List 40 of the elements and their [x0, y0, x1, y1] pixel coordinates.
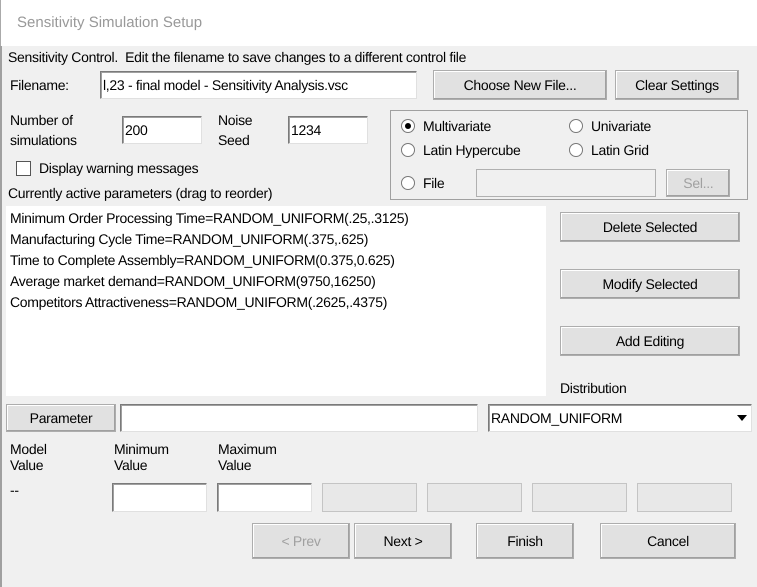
parameter-item[interactable]: Time to Complete Assembly=RANDOM_UNIFORM(0.375,0.625)	[10, 250, 546, 271]
filename-label: Filename:	[10, 76, 70, 94]
delete-button[interactable]: Delete Selected	[560, 212, 740, 242]
value-field[interactable]	[217, 483, 312, 512]
parameters-label: Currently active parameters (drag to reorder)	[7, 184, 274, 203]
distribution-dropdown[interactable]: RANDOM_UNIFORM	[488, 404, 752, 432]
column-label: Minimum Value	[114, 441, 170, 475]
parameter-item[interactable]: Manufacturing Cycle Time=RANDOM_UNIFORM(.375,.625)	[10, 229, 546, 250]
parameter-field[interactable]	[120, 404, 478, 432]
file-field[interactable]	[476, 169, 656, 197]
simulations-label: Number of simulations	[10, 111, 78, 150]
clear-settings-button[interactable]: Clear Settings	[615, 70, 739, 100]
noise-seed-field[interactable]: 1234	[288, 116, 368, 144]
model-value-text: --	[9, 483, 20, 497]
choose-file-button[interactable]: Choose New File...	[433, 70, 607, 100]
parameter-item[interactable]: Competitors Attractiveness=RANDOM_UNIFORM(.2625,.4375)	[10, 292, 546, 313]
parameter-item[interactable]: Minimum Order Processing Time=RANDOM_UNIFORM(.25,.3125)	[10, 208, 546, 229]
dropdown-arrow-icon	[737, 415, 747, 421]
display-warnings-checkbox[interactable]: Display warning messages	[6, 158, 378, 179]
method-radio[interactable]: File	[401, 172, 444, 194]
filename-field[interactable]: l,23 - final model - Sensitivity Analysis.vsc	[100, 71, 417, 99]
parameter-item[interactable]: Average market demand=RANDOM_UNIFORM(9750,16250)	[10, 271, 546, 292]
method-radio[interactable]: Latin Hypercube	[401, 139, 569, 161]
finish-button[interactable]: Finish	[476, 523, 574, 559]
simulations-field[interactable]: 200	[122, 116, 202, 144]
method-radio[interactable]: Univariate	[569, 115, 737, 137]
noise-seed-label: Noise Seed	[218, 111, 254, 150]
modify-button[interactable]: Modify Selected	[560, 269, 740, 299]
column-label: Maximum Value	[218, 441, 278, 475]
column-label: Model Value	[10, 441, 48, 475]
instructions-text: Sensitivity Control. Edit the filename to save changes to a different control file	[8, 48, 466, 67]
next-button[interactable]: Next >	[354, 523, 452, 559]
add-editing-button[interactable]: Add Editing	[560, 326, 740, 356]
cancel-button[interactable]: Cancel	[600, 523, 736, 559]
window-title: Sensitivity Simulation Setup	[17, 12, 202, 33]
distribution-label: Distribution	[560, 379, 628, 398]
parameter-button[interactable]: Parameter	[6, 404, 116, 432]
value-field[interactable]	[112, 483, 207, 512]
method-radio[interactable]: Multivariate	[401, 115, 569, 137]
method-radio[interactable]: Latin Grid	[569, 139, 737, 161]
